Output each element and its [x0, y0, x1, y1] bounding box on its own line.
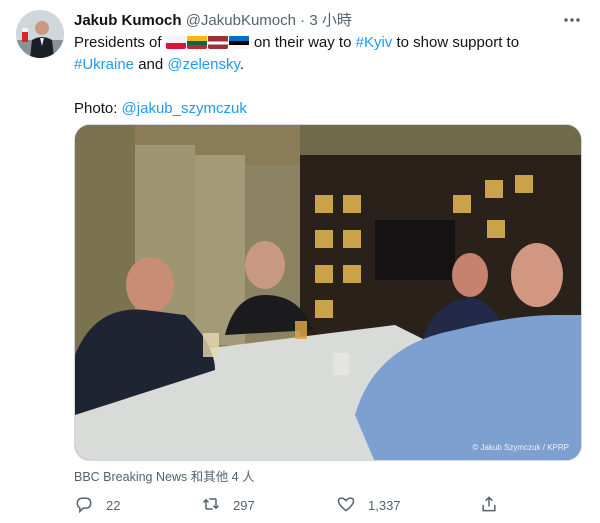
liked-by-text[interactable]: BBC Breaking News 和其他 4 人	[74, 466, 255, 485]
share-icon	[479, 494, 499, 517]
reply-icon	[74, 494, 94, 517]
mention-zelensky[interactable]: @zelensky	[167, 56, 239, 73]
tweet-text-part: to show support to	[392, 34, 520, 51]
separator-dot: ·	[300, 12, 306, 29]
author-name[interactable]: Jakub Kumoch	[74, 12, 182, 29]
retweet-button[interactable]: 297	[201, 490, 255, 520]
hashtag-kyiv[interactable]: #Kyiv	[356, 34, 393, 51]
retweet-icon	[201, 494, 221, 517]
poland-flag-icon	[165, 35, 186, 49]
lithuania-flag-icon	[186, 35, 207, 49]
retweet-count: 297	[233, 497, 255, 513]
tweet-photo[interactable]: © Jakub Szymczuk / KPRP	[74, 124, 582, 461]
latvia-flag-icon	[207, 35, 228, 49]
tweet-actions: 22 297 1,337	[74, 490, 514, 520]
tweet-text-part: Presidents of	[74, 34, 166, 51]
photo-credit: © Jakub Szymczuk / KPRP	[472, 443, 569, 452]
tweet-text: Presidents of on their way to #Kyiv to s…	[74, 32, 574, 120]
like-count: 1,337	[368, 497, 401, 513]
tweet-text-part: .	[239, 56, 245, 73]
tweet-time[interactable]: 3 小時	[309, 12, 352, 29]
like-button[interactable]: 1,337	[336, 490, 401, 520]
share-button[interactable]	[479, 490, 499, 520]
photo-label: Photo:	[74, 100, 122, 117]
more-options-icon[interactable]	[562, 10, 582, 30]
reply-button[interactable]: 22	[74, 490, 120, 520]
heart-icon	[336, 494, 356, 517]
mention-photographer[interactable]: @jakub_szymczuk	[122, 100, 247, 117]
estonia-flag-icon	[228, 35, 249, 49]
reply-count: 22	[106, 497, 121, 513]
avatar[interactable]	[16, 10, 64, 58]
hashtag-ukraine[interactable]: #Ukraine	[74, 56, 134, 73]
tweet-header: Jakub Kumoch @JakubKumoch · 3 小時	[74, 10, 584, 32]
tweet-text-part: and	[134, 56, 168, 73]
tweet-text-part: on their way to	[253, 34, 356, 51]
author-handle[interactable]: @JakubKumoch	[186, 12, 296, 29]
